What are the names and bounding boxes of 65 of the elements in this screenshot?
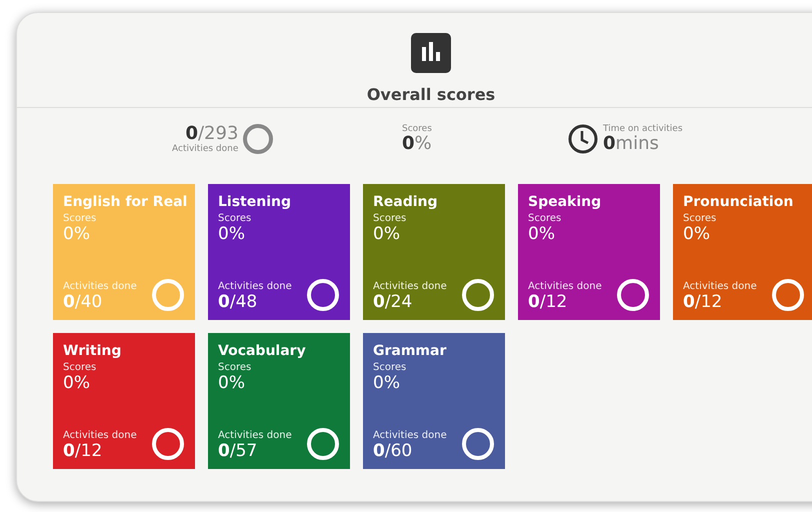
activities-label: Activities done	[528, 281, 602, 292]
activities-label: Activities done	[63, 430, 137, 441]
activities-count: 0/293	[185, 124, 238, 144]
tile-title: Grammar	[373, 343, 448, 359]
tile-title: Speaking	[528, 194, 602, 210]
activities-count: 0/60	[373, 441, 414, 461]
activities-count: 0/57	[218, 441, 258, 461]
activities-count: 0/12	[683, 292, 724, 312]
scores-label: Scores	[63, 362, 98, 373]
progress-ring-icon	[461, 278, 495, 312]
progress-ring-icon	[771, 278, 805, 312]
bar-chart-icon	[411, 33, 451, 73]
progress-ring-icon	[461, 427, 495, 461]
score-value: 0%	[218, 224, 246, 244]
activities-count: 0/48	[218, 292, 258, 312]
skill-tile[interactable]: Reading Scores 0% Activities done 0/24	[363, 184, 505, 320]
activities-label: Activities done	[218, 430, 292, 441]
tile-title: Vocabulary	[218, 343, 307, 359]
skill-tile[interactable]: Grammar Scores 0% Activities done 0/60	[363, 333, 505, 469]
progress-ring-icon	[242, 123, 274, 155]
scores-label: Scores	[402, 124, 432, 134]
score-value: 0%	[218, 373, 246, 393]
progress-ring-icon	[151, 427, 185, 461]
activities-count: 0/40	[63, 292, 104, 312]
activities-label: Activities done	[172, 144, 238, 154]
tile-title: Writing	[63, 343, 122, 359]
activities-label: Activities done	[218, 281, 292, 292]
tile-title: Pronunciation	[683, 194, 794, 210]
tile-title: Listening	[218, 194, 292, 210]
time-value: 0mins	[603, 134, 659, 154]
tile-title: English for Real	[63, 194, 185, 210]
score-value: 0%	[63, 224, 91, 244]
scores-label: Scores	[218, 213, 252, 224]
activities-label: Activities done	[683, 281, 757, 292]
activities-count: 0/12	[63, 441, 104, 461]
page-title: Overall scores	[366, 85, 496, 104]
progress-ring-icon	[616, 278, 650, 312]
skill-tile[interactable]: Vocabulary Scores 0% Activities done 0/57	[208, 333, 350, 469]
scores-label: Scores	[683, 213, 718, 224]
activities-label: Activities done	[63, 281, 137, 292]
scores-label: Scores	[218, 362, 252, 373]
time-label: Time on activities	[603, 124, 683, 134]
scores-label: Scores	[373, 213, 408, 224]
scores-label: Scores	[63, 213, 98, 224]
scores-value: 0%	[402, 134, 432, 154]
score-value: 0%	[528, 224, 556, 244]
activities-label: Activities done	[373, 430, 447, 441]
score-value: 0%	[373, 373, 401, 393]
activities-count: 0/24	[373, 292, 414, 312]
scores-label: Scores	[373, 362, 408, 373]
activities-label: Activities done	[373, 281, 447, 292]
progress-ring-icon	[306, 278, 340, 312]
progress-ring-icon	[306, 427, 340, 461]
scores-label: Scores	[528, 213, 562, 224]
progress-ring-icon	[151, 278, 185, 312]
score-value: 0%	[683, 224, 711, 244]
score-value: 0%	[373, 224, 401, 244]
activities-count: 0/12	[528, 292, 568, 312]
score-value: 0%	[63, 373, 91, 393]
skill-tile[interactable]: Listening Scores 0% Activities done 0/48	[208, 184, 350, 320]
tile-title: Reading	[373, 194, 439, 210]
skill-tile[interactable]: Speaking Scores 0% Activities done 0/12	[518, 184, 660, 320]
skill-tile[interactable]: Writing Scores 0% Activities done 0/12	[53, 333, 195, 469]
skill-tile[interactable]: Pronunciation Scores 0% Activities done 0/12	[673, 184, 812, 320]
clock-icon	[567, 123, 599, 155]
